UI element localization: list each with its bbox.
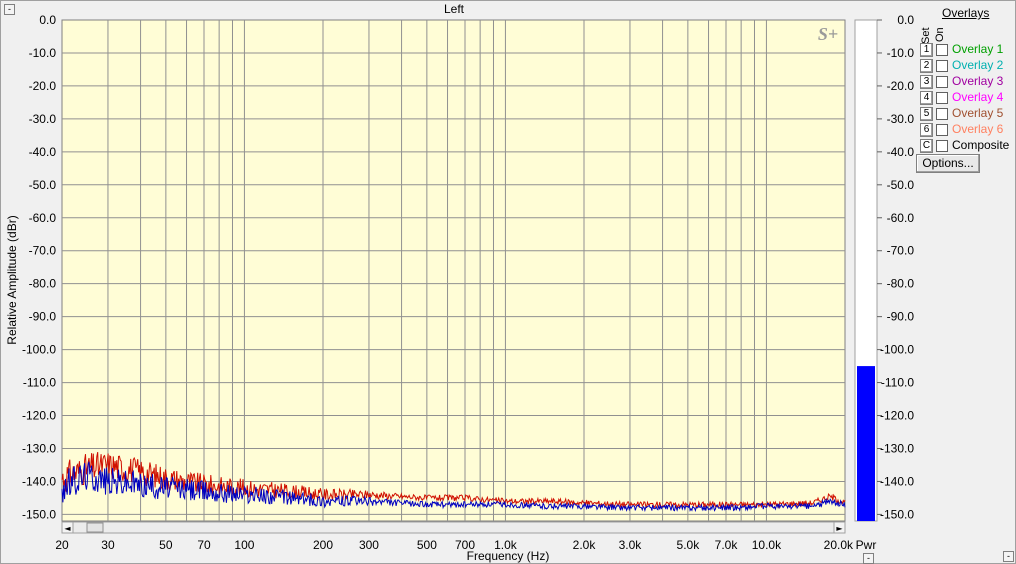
y-tick-label: -20.0 bbox=[29, 79, 57, 93]
y-tick-label: -110.0 bbox=[23, 376, 56, 390]
overlay-set-button[interactable]: 2 bbox=[920, 59, 933, 73]
x-axis-label: Frequency (Hz) bbox=[467, 549, 550, 563]
overlay-row-3: 3 Overlay 3 bbox=[920, 74, 1016, 90]
meter-tick-label: -20.0 bbox=[887, 79, 915, 93]
meter-tick-label: -90.0 bbox=[887, 310, 915, 324]
overlay-checkbox[interactable] bbox=[936, 76, 948, 88]
y-tick-label: -140.0 bbox=[22, 474, 56, 488]
meter-tick-label: -140.0 bbox=[880, 474, 914, 488]
overlay-set-button[interactable]: 5 bbox=[920, 107, 933, 121]
power-meter-bar bbox=[857, 366, 875, 521]
scroll-left-arrow-icon: ◄ bbox=[64, 524, 71, 533]
overlay-label: Overlay 5 bbox=[952, 106, 1004, 120]
overlay-label: Overlay 4 bbox=[952, 90, 1004, 104]
y-tick-label: -50.0 bbox=[29, 178, 57, 192]
x-axis-ticks: 20 30 50 70 100 200 300 500 700 1.0k 2.0k 3.0k 5.0k 7… bbox=[55, 538, 854, 552]
y-tick-label: -10.0 bbox=[29, 46, 57, 60]
y-tick-label: -150.0 bbox=[22, 507, 56, 521]
meter-tick-label: -60.0 bbox=[887, 211, 915, 225]
y-axis-label: Relative Amplitude (dBr) bbox=[5, 215, 19, 344]
y-tick-label: -100.0 bbox=[22, 343, 56, 357]
y-tick-label: -30.0 bbox=[29, 112, 57, 126]
plot-area[interactable] bbox=[61, 19, 846, 522]
options-button[interactable]: Options... bbox=[916, 154, 980, 173]
y-tick-label: -80.0 bbox=[29, 277, 57, 291]
overlay-checkbox[interactable] bbox=[936, 124, 948, 136]
y-tick-label: -90.0 bbox=[29, 310, 57, 324]
overlay-set-button[interactable]: C bbox=[920, 139, 933, 153]
x-tick-label: 200 bbox=[313, 538, 333, 552]
x-tick-label: 70 bbox=[197, 538, 211, 552]
y-tick-label: 0.0 bbox=[39, 13, 56, 27]
scroll-right-arrow-icon: ► bbox=[836, 524, 843, 533]
overlay-checkbox[interactable] bbox=[936, 60, 948, 72]
y-axis-ticks: 0.0 -10.0 -20.0 -30.0 -40.0 -50.0 -60.0 -70.0 -8… bbox=[22, 13, 56, 521]
overlay-label: Overlay 1 bbox=[952, 42, 1004, 56]
overlay-checkbox[interactable] bbox=[936, 44, 948, 56]
overlay-set-button[interactable]: 6 bbox=[920, 123, 933, 137]
overlay-checkbox[interactable] bbox=[936, 140, 948, 152]
chart-title: Left bbox=[444, 2, 465, 16]
meter-tick-label: -130.0 bbox=[880, 441, 914, 455]
overlay-label: Overlay 6 bbox=[952, 122, 1004, 136]
overlay-row-4: 4 Overlay 4 bbox=[920, 90, 1016, 106]
horizontal-scrollbar[interactable] bbox=[61, 521, 846, 534]
overlay-row-1: 1 Overlay 1 bbox=[920, 42, 1016, 58]
meter-tick-label: -50.0 bbox=[887, 178, 915, 192]
x-tick-label: 50 bbox=[159, 538, 173, 552]
scroll-thumb[interactable] bbox=[86, 522, 104, 533]
y-tick-label: -60.0 bbox=[29, 211, 57, 225]
set-column-label: Set bbox=[920, 27, 932, 44]
x-tick-label: 300 bbox=[359, 538, 379, 552]
on-column-label: On bbox=[934, 27, 946, 42]
overlay-label: Overlay 2 bbox=[952, 58, 1004, 72]
meter-tick-label: -100.0 bbox=[880, 343, 914, 357]
overlay-row-c: C Composite bbox=[920, 138, 1016, 154]
overlay-checkbox[interactable] bbox=[936, 108, 948, 120]
x-tick-label: 7.0k bbox=[715, 538, 739, 552]
overlay-set-button[interactable]: 3 bbox=[920, 75, 933, 89]
meter-tick-label: -80.0 bbox=[887, 277, 915, 291]
meter-label: Pwr bbox=[856, 538, 877, 552]
y-tick-label: -130.0 bbox=[22, 441, 56, 455]
spectrum-chart: Left 0.0 -10.0 -20.0 -30.0 -40.0 -50.0 -60.0 -7… bbox=[5, 2, 914, 563]
x-tick-label: 100 bbox=[234, 538, 254, 552]
overlay-row-6: 6 Overlay 6 bbox=[920, 122, 1016, 138]
meter-tick-label: -150.0 bbox=[880, 507, 914, 521]
meter-tick-label: -110.0 bbox=[881, 376, 914, 390]
overlay-row-5: 5 Overlay 5 bbox=[920, 106, 1016, 122]
x-tick-label: 2.0k bbox=[573, 538, 597, 552]
meter-ticks: 0.0 -10.0 -20.0 -30.0 -40.0 -50.0 -60.0 -70.0 -8… bbox=[877, 13, 914, 521]
x-tick-label: 500 bbox=[417, 538, 437, 552]
x-tick-label: 3.0k bbox=[619, 538, 643, 552]
meter-tick-label: -120.0 bbox=[880, 409, 914, 423]
x-tick-label: 20 bbox=[55, 538, 69, 552]
meter-tick-label: 0.0 bbox=[897, 13, 914, 27]
y-tick-label: -120.0 bbox=[22, 409, 56, 423]
x-tick-label: 5.0k bbox=[677, 538, 701, 552]
watermark-logo: S+ bbox=[818, 24, 838, 44]
overlay-set-button[interactable]: 4 bbox=[920, 91, 933, 105]
meter-tick-label: -70.0 bbox=[887, 244, 915, 258]
overlay-checkbox[interactable] bbox=[936, 92, 948, 104]
overlay-set-button[interactable]: 1 bbox=[920, 43, 933, 57]
meter-tick-label: -10.0 bbox=[887, 46, 915, 60]
x-tick-label: 20.0k bbox=[824, 538, 854, 552]
x-tick-label: 30 bbox=[101, 538, 115, 552]
overlays-title[interactable]: Overlays bbox=[942, 6, 989, 20]
overlays-panel: Overlays Set On 1 Overlay 1 2 Overlay 2 3 Ove… bbox=[916, 4, 1016, 184]
overlay-label: Overlay 3 bbox=[952, 74, 1004, 88]
y-tick-label: -40.0 bbox=[29, 145, 57, 159]
overlay-label: Composite bbox=[952, 138, 1010, 152]
y-tick-label: -70.0 bbox=[29, 244, 57, 258]
meter-tick-label: -40.0 bbox=[887, 145, 915, 159]
x-tick-label: 10.0k bbox=[752, 538, 782, 552]
meter-tick-label: -30.0 bbox=[887, 112, 915, 126]
overlay-row-2: 2 Overlay 2 bbox=[920, 58, 1016, 74]
